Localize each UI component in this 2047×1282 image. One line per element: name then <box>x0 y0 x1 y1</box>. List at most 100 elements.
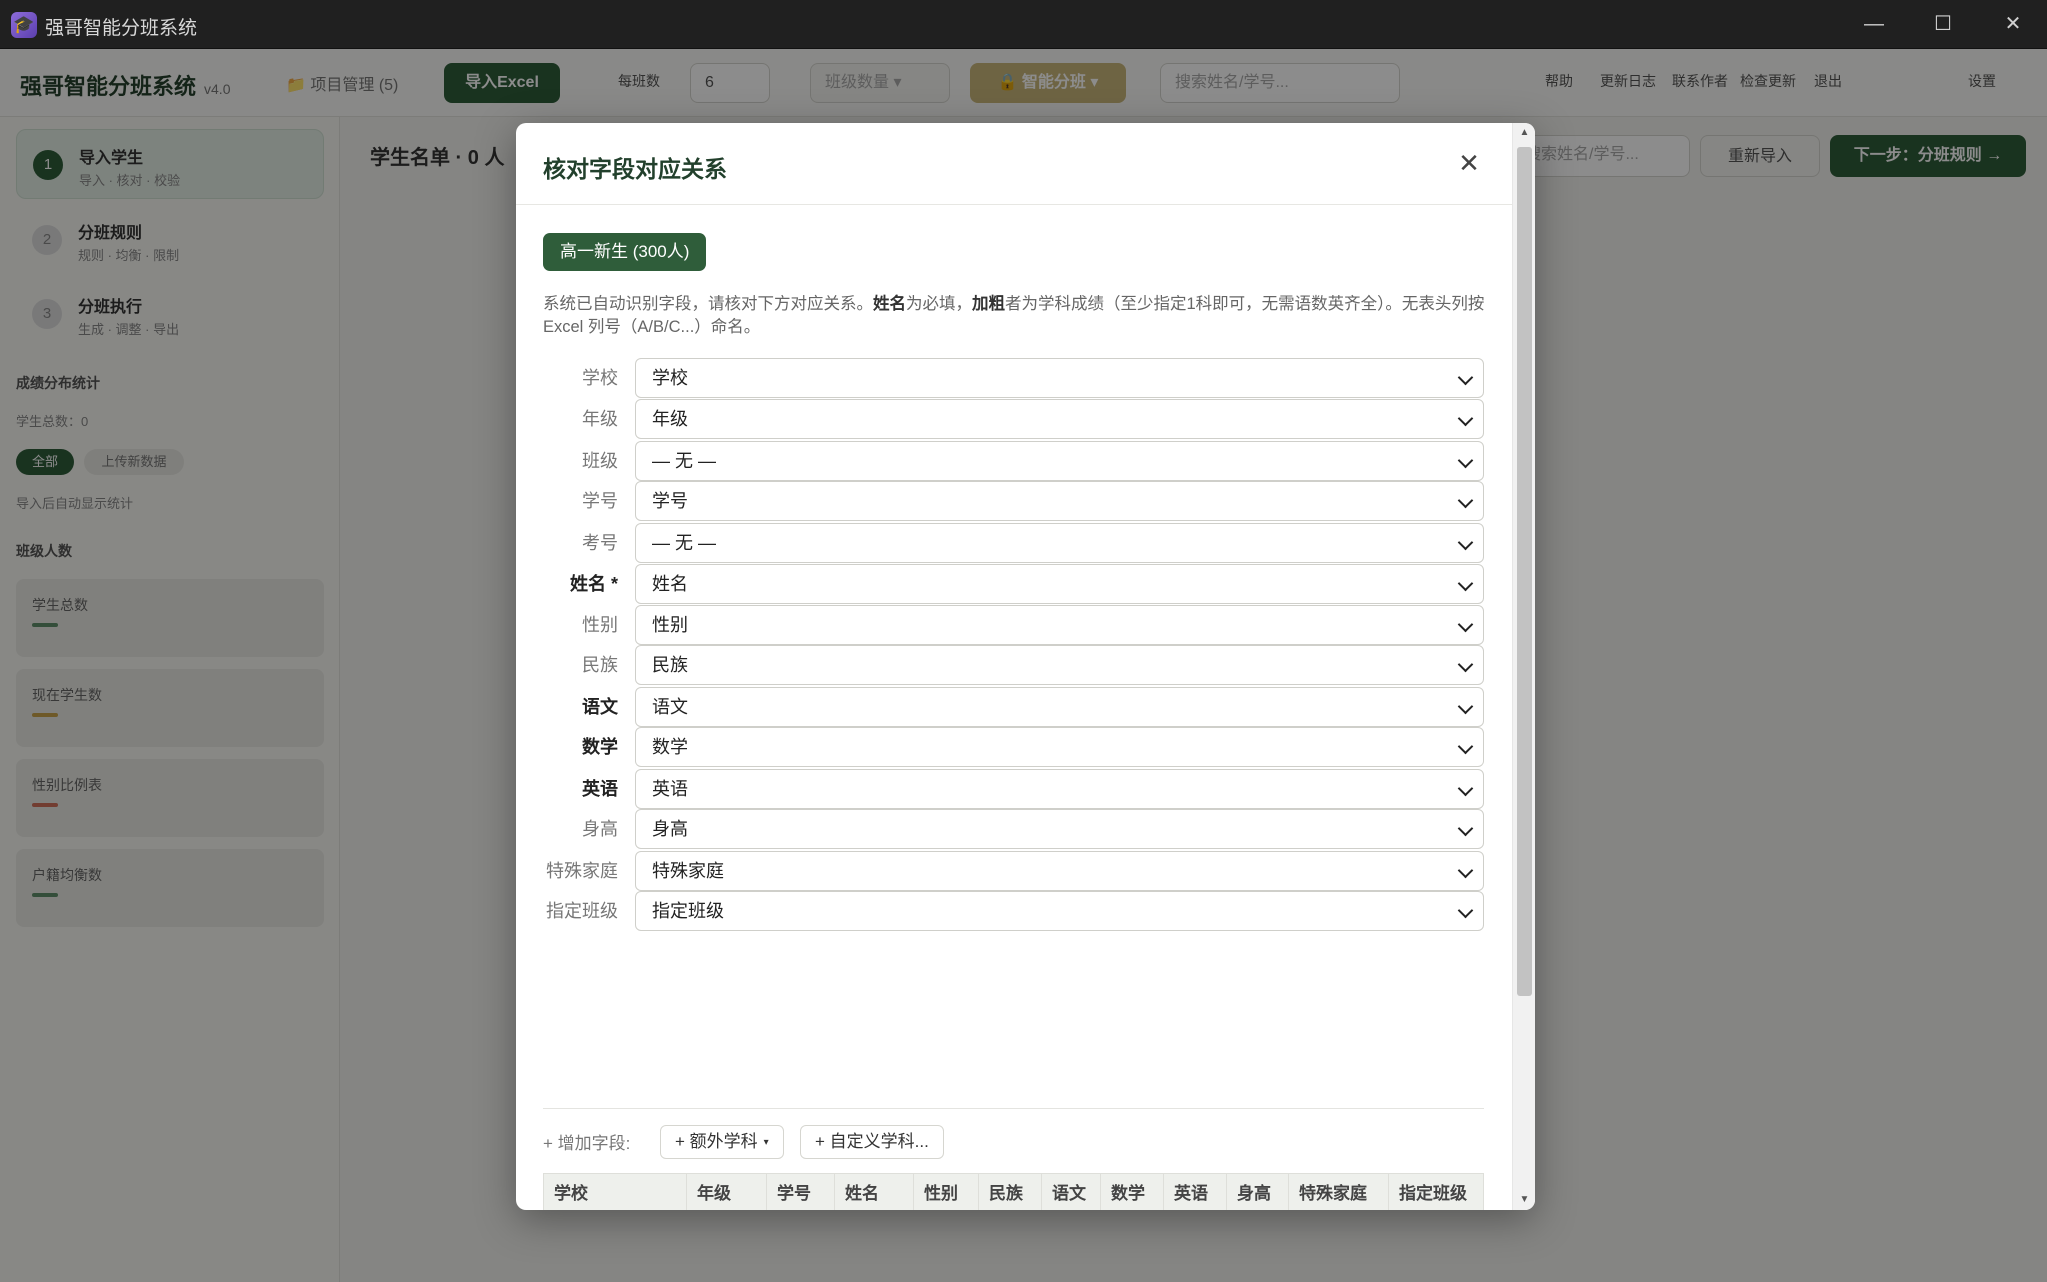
selected-column-value: 特殊家庭 <box>652 861 724 881</box>
intro-text: 为必填， <box>906 295 972 313</box>
dialog-header: 核对字段对应关系 ✕ <box>516 123 1512 205</box>
preview-column-header: 英语 <box>1164 1174 1227 1210</box>
field-column-select[interactable]: — 无 — <box>635 441 1484 481</box>
intro-bold: 姓名 <box>873 295 906 313</box>
field-column-select[interactable]: 学号 <box>635 481 1484 521</box>
chevron-down-icon <box>1457 452 1474 469</box>
chevron-down-icon <box>1457 698 1474 715</box>
field-mapping-row: 民族 民族 <box>543 645 1484 685</box>
preview-column-header: 姓名 <box>835 1174 914 1210</box>
mapping-instructions: 系统已自动识别字段，请核对下方对应关系。姓名为必填，加粗者为学科成绩（至少指定1… <box>543 293 1493 339</box>
field-mapping-row: 英语 英语 <box>543 769 1484 809</box>
selected-column-value: 学校 <box>652 368 688 388</box>
field-column-select[interactable]: 身高 <box>635 809 1484 849</box>
selected-column-value: 英语 <box>652 779 688 799</box>
add-extra-subject-button[interactable]: + 额外学科 ▾ <box>660 1125 784 1159</box>
maximize-button[interactable]: ☐ <box>1909 0 1977 49</box>
field-column-select[interactable]: 民族 <box>635 645 1484 685</box>
preview-table-header: 学校 年级 学号 姓名 性别 民族 语文 数学 英语 身高 特殊家庭 指定班级 <box>543 1173 1484 1210</box>
close-icon[interactable]: ✕ <box>1451 145 1487 181</box>
add-field-label: + 增加字段: <box>543 1134 631 1153</box>
caret-down-icon: ▾ <box>763 1136 769 1148</box>
field-column-select[interactable]: 数学 <box>635 727 1484 767</box>
preview-column-header: 数学 <box>1101 1174 1164 1210</box>
chevron-down-icon <box>1457 369 1474 386</box>
add-extra-subject-label: + 额外学科 <box>675 1132 758 1151</box>
field-mapping-row: 性别 性别 <box>543 605 1484 645</box>
scroll-down-arrow-icon[interactable]: ▼ <box>1513 1190 1535 1210</box>
selected-column-value: 性别 <box>652 615 688 635</box>
preview-column-header: 指定班级 <box>1399 1184 1467 1203</box>
scroll-up-arrow-icon[interactable]: ▲ <box>1513 123 1535 143</box>
field-mapping-row: 年级 年级 <box>543 399 1484 439</box>
selected-column-value: 身高 <box>652 819 688 839</box>
preview-column-header: 特殊家庭 <box>1289 1174 1389 1210</box>
field-mapping-row: 姓名 * 姓名 <box>543 564 1484 604</box>
selected-column-value: 民族 <box>652 655 688 675</box>
preview-column-header: 学号 <box>767 1174 835 1210</box>
chevron-down-icon <box>1457 902 1474 919</box>
field-column-select[interactable]: 英语 <box>635 769 1484 809</box>
dialog-title: 核对字段对应关系 <box>543 156 727 182</box>
chevron-down-icon <box>1457 738 1474 755</box>
field-column-select[interactable]: 学校 <box>635 358 1484 398</box>
field-mapping-row: 学号 学号 <box>543 481 1484 521</box>
selected-column-value: 语文 <box>652 697 688 717</box>
selected-column-value: 学号 <box>652 491 688 511</box>
minimize-button[interactable]: — <box>1840 0 1908 49</box>
chevron-down-icon <box>1457 656 1474 673</box>
field-mapping-row: 语文 语文 <box>543 687 1484 727</box>
selected-column-value: 数学 <box>652 737 688 757</box>
preview-column-header: 性别 <box>914 1174 979 1210</box>
field-label: 身高 <box>582 819 618 839</box>
field-label: 姓名 * <box>569 574 618 594</box>
field-column-select[interactable]: 性别 <box>635 605 1484 645</box>
preview-column-header: 语文 <box>1042 1174 1101 1210</box>
field-column-select[interactable]: 特殊家庭 <box>635 851 1484 891</box>
preview-column-header: 民族 <box>979 1174 1042 1210</box>
sheet-tab[interactable]: 高一新生 (300人) <box>543 233 707 271</box>
field-mapping-row: 班级 — 无 — <box>543 441 1484 481</box>
section-divider <box>543 1108 1484 1109</box>
field-label: 性别 <box>582 615 618 635</box>
intro-bold: 加粗 <box>972 295 1005 313</box>
field-mapping-row: 数学 数学 <box>543 727 1484 767</box>
preview-column-header: 身高 <box>1227 1174 1289 1210</box>
field-column-select[interactable]: 语文 <box>635 687 1484 727</box>
window-title: 强哥智能分班系统 <box>45 18 198 39</box>
chevron-down-icon <box>1457 534 1474 551</box>
selected-column-value: 年级 <box>652 409 688 429</box>
field-column-select[interactable]: 姓名 <box>635 564 1484 604</box>
add-custom-subject-button[interactable]: + 自定义学科... <box>800 1125 944 1159</box>
field-mapping-row: 指定班级 指定班级 <box>543 891 1484 931</box>
field-label: 班级 <box>582 451 618 471</box>
field-mapping-row: 身高 身高 <box>543 809 1484 849</box>
graduation-cap-icon: 🎓 <box>11 12 37 38</box>
chevron-down-icon <box>1457 616 1474 633</box>
field-mapping-row: 学校 学校 <box>543 358 1484 398</box>
chevron-down-icon <box>1457 780 1474 797</box>
selected-column-value: — 无 — <box>652 533 717 553</box>
field-column-select[interactable]: — 无 — <box>635 523 1484 563</box>
chevron-down-icon <box>1457 862 1474 879</box>
field-label: 学号 <box>582 491 618 511</box>
selected-column-value: 指定班级 <box>652 901 724 921</box>
field-column-select[interactable]: 年级 <box>635 399 1484 439</box>
chevron-down-icon <box>1457 820 1474 837</box>
field-label: 民族 <box>582 655 618 675</box>
field-column-select[interactable]: 指定班级 <box>635 891 1484 931</box>
dialog-scrollbar[interactable]: ▲ ▼ <box>1512 123 1535 1210</box>
field-label: 指定班级 <box>546 901 618 921</box>
scrollbar-thumb[interactable] <box>1517 147 1532 996</box>
field-label: 考号 <box>582 533 618 553</box>
close-window-button[interactable]: ✕ <box>1979 0 2047 49</box>
field-label: 特殊家庭 <box>546 861 618 881</box>
field-label: 英语 <box>582 779 618 799</box>
field-label: 语文 <box>582 697 618 717</box>
field-label: 年级 <box>582 409 618 429</box>
field-label: 数学 <box>582 737 618 757</box>
window-titlebar: 🎓 强哥智能分班系统 — ☐ ✕ <box>0 0 2047 49</box>
intro-text: 系统已自动识别字段，请核对下方对应关系。 <box>543 295 873 313</box>
chevron-down-icon <box>1457 410 1474 427</box>
chevron-down-icon <box>1457 492 1474 509</box>
